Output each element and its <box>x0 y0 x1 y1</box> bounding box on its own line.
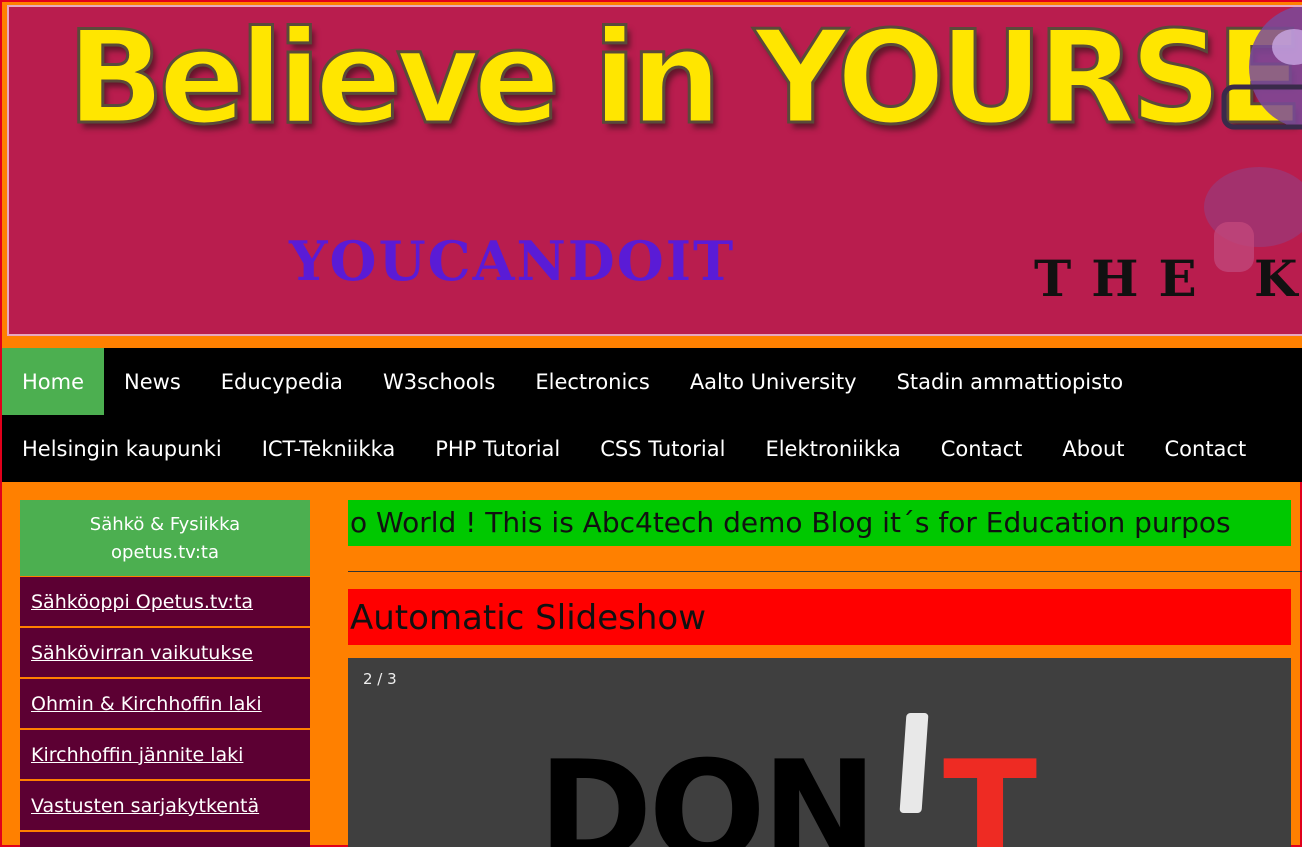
slideshow-image[interactable]: 2 / 3 DON T <box>348 658 1291 847</box>
slideshow-title: Automatic Slideshow <box>348 589 1291 645</box>
nav-ict-tekniikka[interactable]: ICT-Tekniikka <box>242 415 416 482</box>
slide-caption-t: T <box>943 731 1038 847</box>
sidebar-link-partial[interactable] <box>20 831 310 847</box>
nav-row-2: Helsingin kaupunki ICT-Tekniikka PHP Tut… <box>2 415 1266 482</box>
slide-caption-dont: DON <box>538 731 877 847</box>
nav-helsingin-kaupunki[interactable]: Helsingin kaupunki <box>2 415 242 482</box>
nav-w3schools[interactable]: W3schools <box>363 348 515 415</box>
slide-counter: 2 / 3 <box>363 670 397 688</box>
sidebar-heading-line1: Sähkö & Fysiikka <box>89 514 241 535</box>
nav-elektroniikka[interactable]: Elektroniikka <box>745 415 920 482</box>
sidebar-link-ohmin-kirchhoffin-laki[interactable]: Ohmin & Kirchhoffin laki <box>20 678 310 728</box>
banner-subtitle: YOUCANDOIT <box>289 229 736 293</box>
nav-contact[interactable]: Contact <box>921 415 1043 482</box>
nav-css-tutorial[interactable]: CSS Tutorial <box>580 415 745 482</box>
nav-php-tutorial[interactable]: PHP Tutorial <box>415 415 580 482</box>
cartoon-figure-icon <box>1204 7 1302 272</box>
nav-stadin-ammattiopisto[interactable]: Stadin ammattiopisto <box>877 348 1144 415</box>
sidebar-link-kirchhoffin-jannite-laki[interactable]: Kirchhoffin jännite laki <box>20 729 310 779</box>
sidebar-link-sahkovirran-vaikutukse[interactable]: Sähkövirran vaikutukse <box>20 627 310 677</box>
sidebar-link-vastusten-sarjakytkenta[interactable]: Vastusten sarjakytkentä <box>20 780 310 830</box>
sidebar-heading: Sähkö & Fysiikka opetus.tv:ta <box>20 500 310 576</box>
nav-news[interactable]: News <box>104 348 201 415</box>
section-divider <box>348 571 1302 572</box>
header-banner: Believe in YOURSELF YOUCANDOIT THE KN <box>2 2 1302 348</box>
banner-title: Believe in YOURSELF <box>65 5 1302 153</box>
nav-row-1: Home News Educypedia W3schools Electroni… <box>2 348 1143 415</box>
sidebar-heading-line2: opetus.tv:ta <box>111 542 219 563</box>
scrolling-marquee: o World ! This is Abc4tech demo Blog it´… <box>348 500 1291 546</box>
marquee-text: o World ! This is Abc4tech demo Blog it´… <box>350 506 1231 539</box>
banner-image: Believe in YOURSELF YOUCANDOIT THE KN <box>7 5 1302 336</box>
nav-electronics[interactable]: Electronics <box>515 348 669 415</box>
sidebar-link-sahkooppi[interactable]: Sähköoppi Opetus.tv:ta <box>20 576 310 626</box>
nav-aalto-university[interactable]: Aalto University <box>670 348 877 415</box>
chalk-apostrophe <box>899 713 929 813</box>
nav-home[interactable]: Home <box>2 348 105 415</box>
main-navigation: Home News Educypedia W3schools Electroni… <box>2 348 1302 482</box>
nav-about[interactable]: About <box>1042 415 1144 482</box>
nav-educypedia[interactable]: Educypedia <box>201 348 363 415</box>
sidebar: Sähkö & Fysiikka opetus.tv:ta Sähköoppi … <box>20 500 310 847</box>
nav-contact-2[interactable]: Contact <box>1145 415 1267 482</box>
